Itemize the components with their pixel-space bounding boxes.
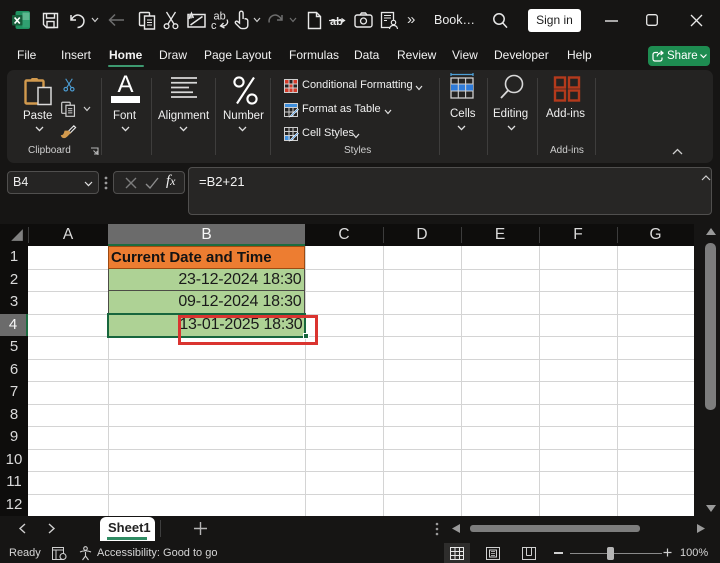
svg-text:c: c (211, 20, 217, 30)
svg-text:ab: ab (330, 16, 343, 27)
